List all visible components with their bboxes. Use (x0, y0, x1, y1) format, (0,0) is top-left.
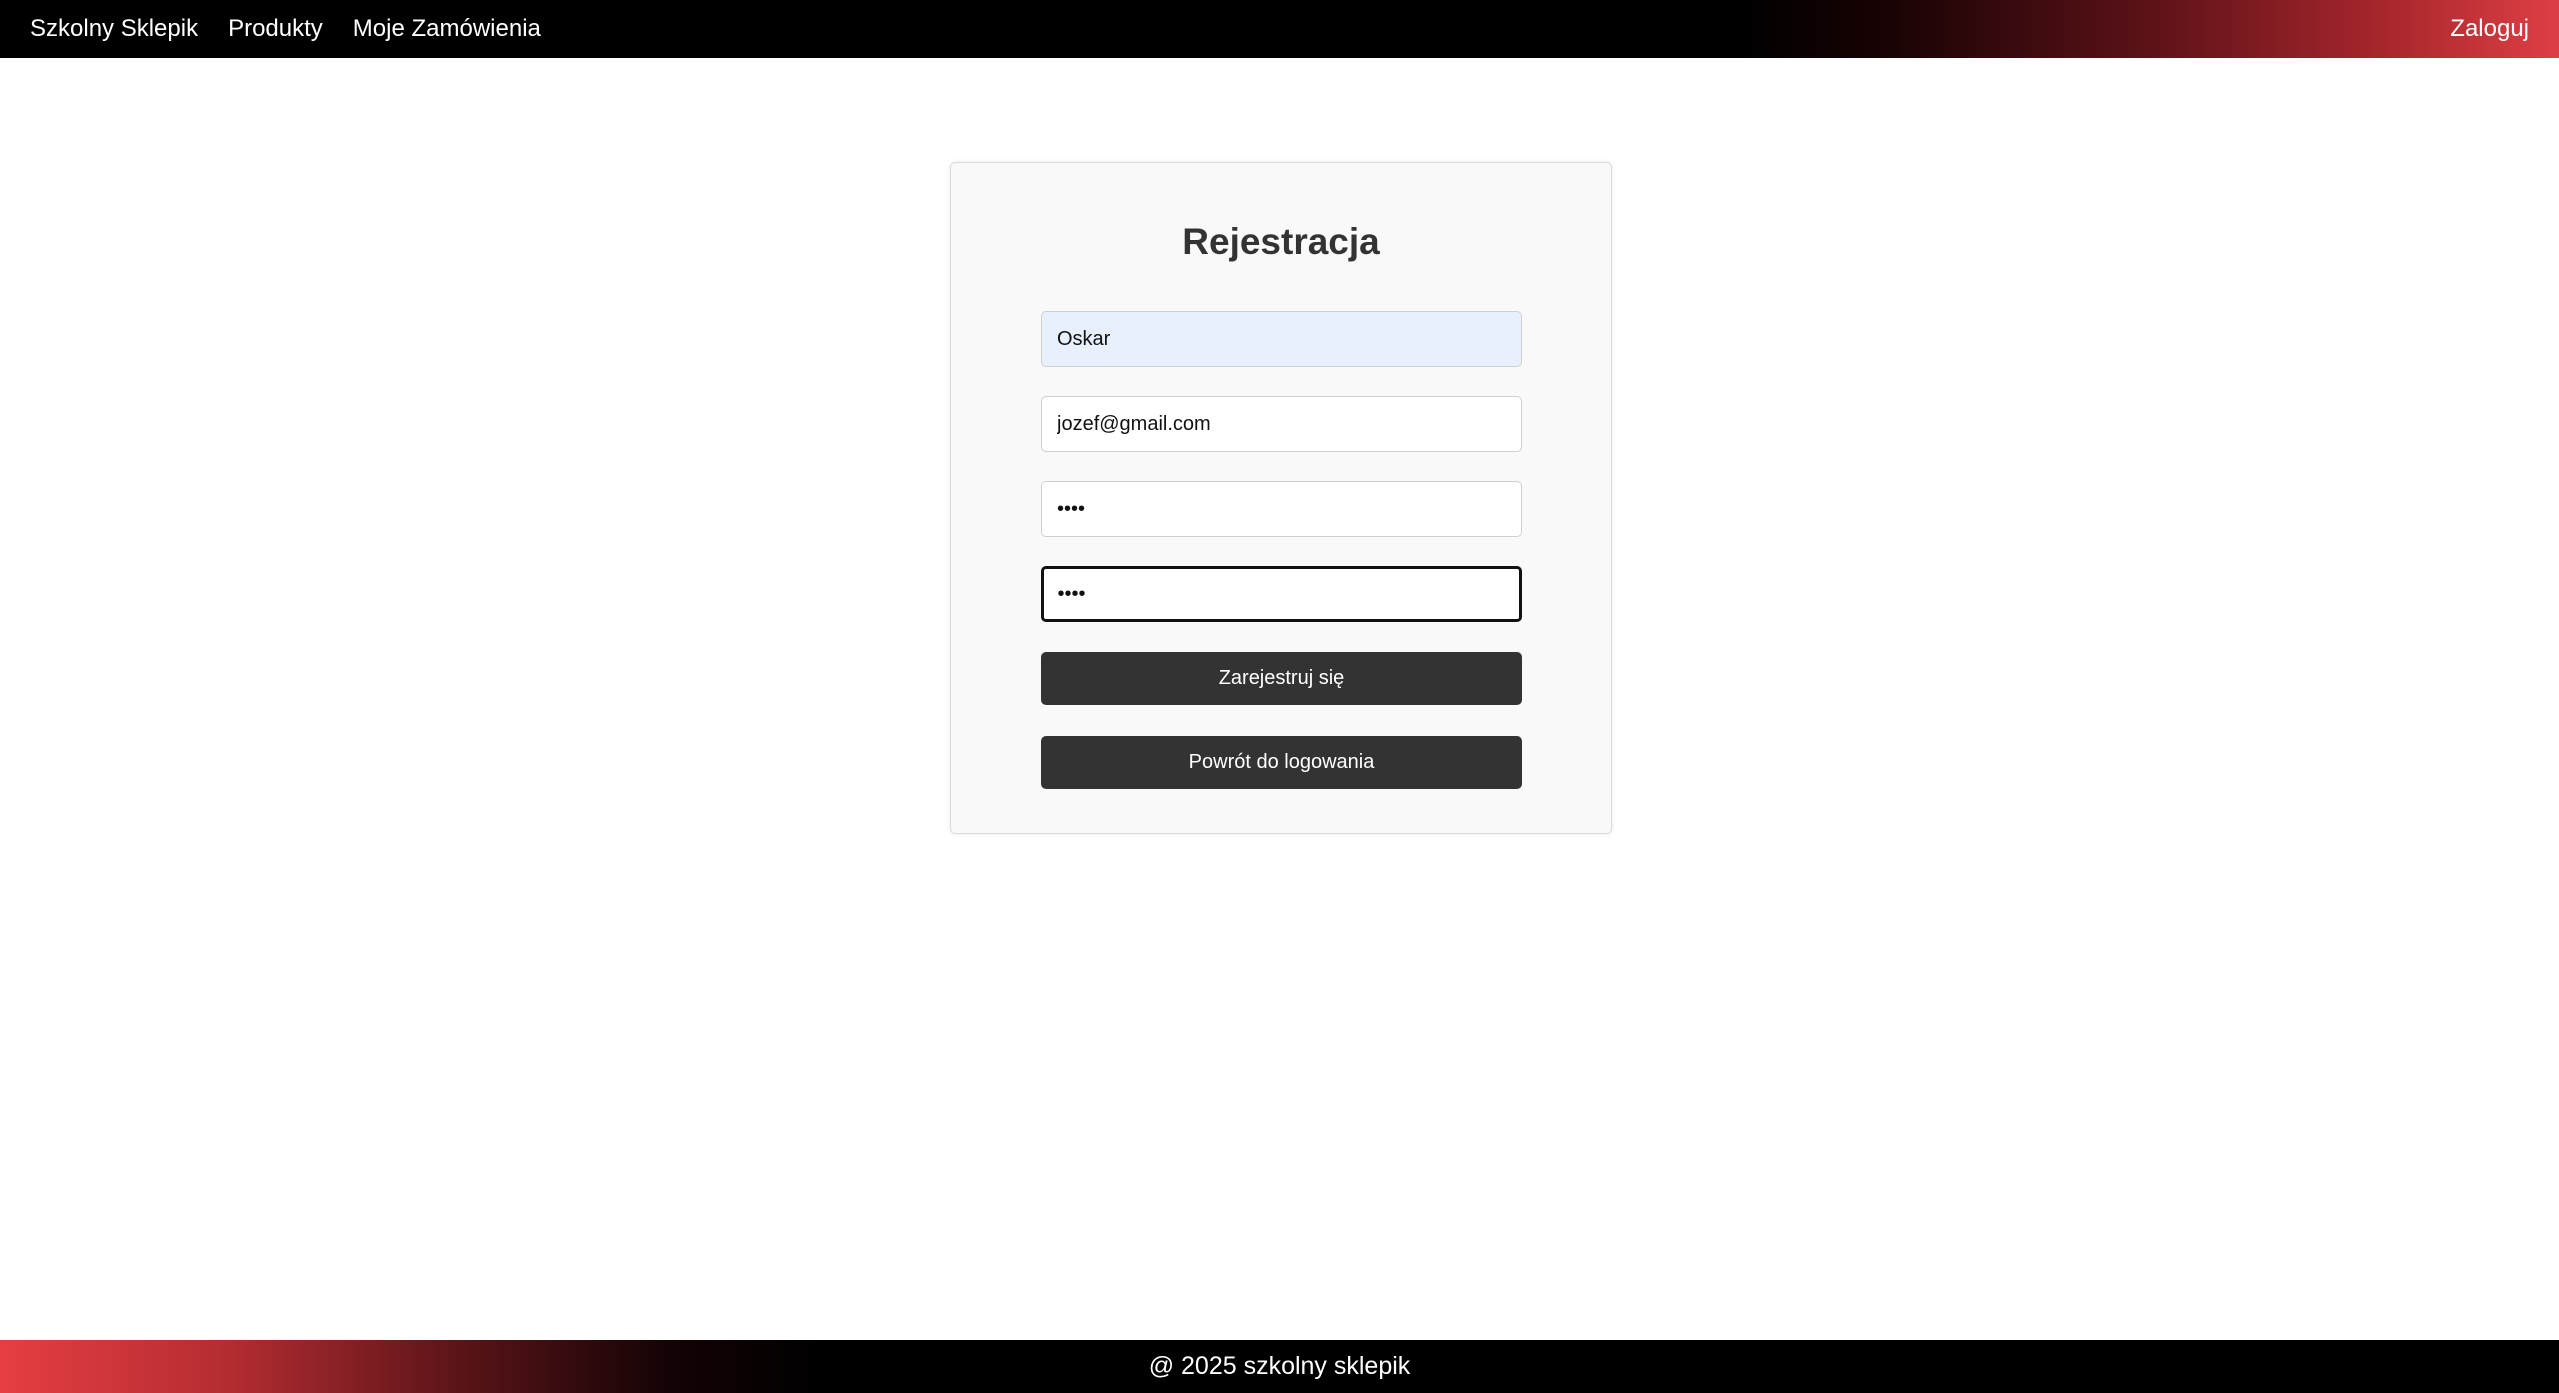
page-footer: @ 2025 szkolny sklepik (0, 1340, 2559, 1393)
nav-link-moje-zamowienia[interactable]: Moje Zamówienia (353, 15, 541, 43)
footer-copyright: @ 2025 szkolny sklepik (1148, 1352, 1411, 1380)
nav-link-produkty[interactable]: Produkty (228, 15, 323, 43)
page-title: Rejestracja (1182, 221, 1380, 262)
registration-card: Rejestracja Zarejestruj się Powrót do lo… (950, 162, 1612, 834)
email-field[interactable] (1041, 396, 1522, 452)
username-field[interactable] (1041, 311, 1522, 367)
top-navbar: Szkolny Sklepik Produkty Moje Zamówienia… (0, 0, 2559, 58)
password-field[interactable] (1041, 481, 1522, 537)
confirm-password-field[interactable] (1041, 566, 1522, 622)
register-button[interactable]: Zarejestruj się (1041, 652, 1522, 705)
brand-link[interactable]: Szkolny Sklepik (30, 15, 198, 43)
login-link[interactable]: Zaloguj (2450, 15, 2529, 43)
back-to-login-button[interactable]: Powrót do logowania (1041, 736, 1522, 789)
